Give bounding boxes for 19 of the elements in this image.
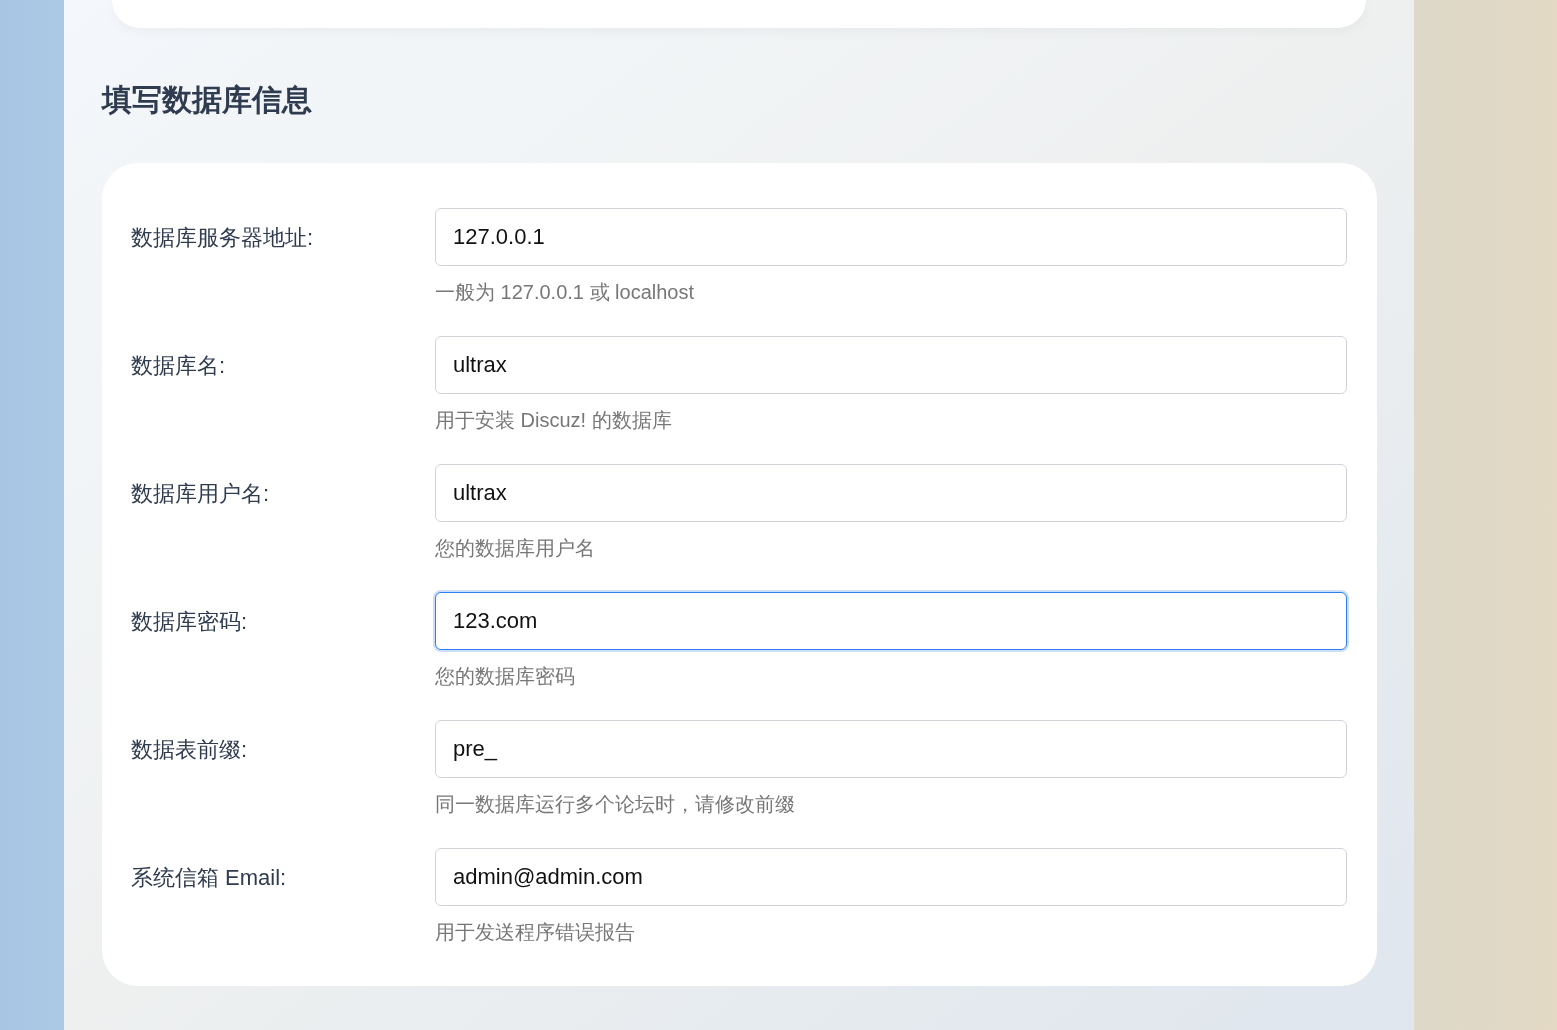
field-label: 数据库服务器地址: [131,223,314,252]
field-label: 数据表前缀: [131,735,248,764]
field-hint: 一般为 127.0.0.1 或 localhost [435,280,695,305]
field-hint: 用于安装 Discuz! 的数据库 [435,408,673,433]
field-label: 系统信箱 Email: [131,863,287,892]
text-input[interactable]: pre_ [435,720,1347,778]
field-label: 数据库名: [131,351,226,380]
field-hint: 同一数据库运行多个论坛时，请修改前缀 [435,792,796,817]
text-input[interactable]: ultrax [435,464,1347,522]
field-label: 数据库密码: [131,607,248,636]
text-input[interactable]: 127.0.0.1 [435,208,1347,266]
text-input[interactable]: 123.com [435,592,1347,650]
text-input[interactable]: admin@admin.com [435,848,1347,906]
field-hint: 用于发送程序错误报告 [435,920,636,945]
field-hint: 您的数据库密码 [435,664,576,689]
section-heading: 填写数据库信息 [102,82,313,118]
text-input[interactable]: ultrax [435,336,1347,394]
field-hint: 您的数据库用户名 [435,536,596,561]
field-label: 数据库用户名: [131,479,270,508]
